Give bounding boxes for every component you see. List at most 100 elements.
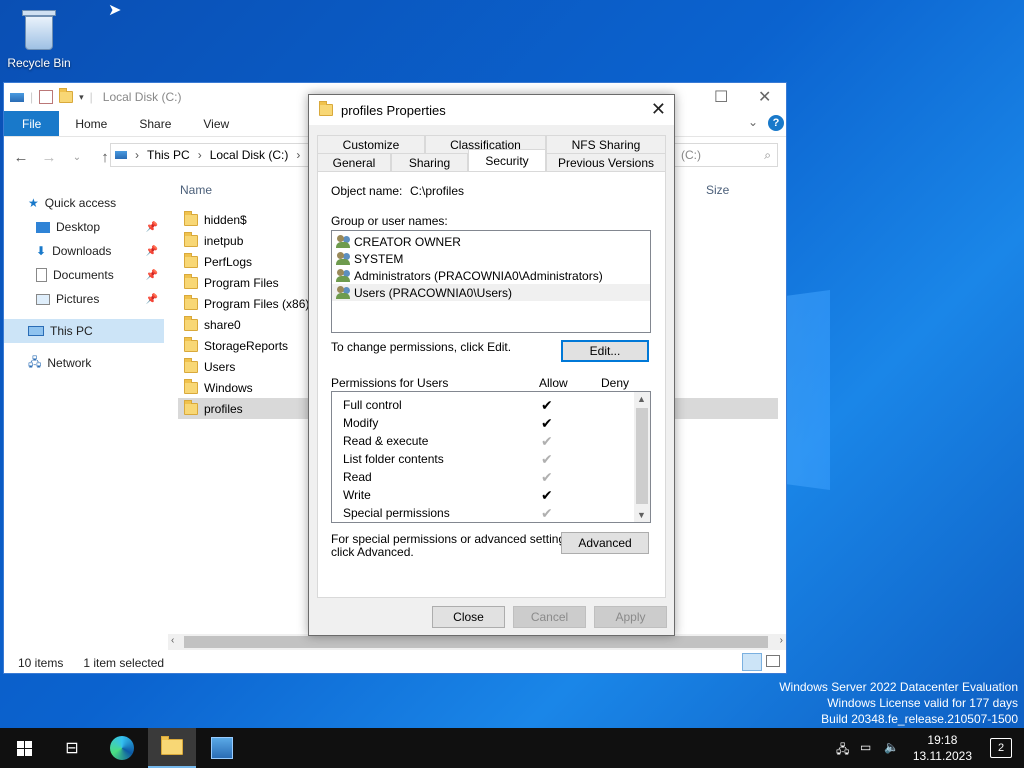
user-row-selected[interactable]: Users (PRACOWNIA0\Users) (332, 284, 650, 301)
ribbon-tab-home[interactable]: Home (59, 111, 123, 136)
advanced-button[interactable]: Advanced (561, 532, 649, 554)
new-folder-icon[interactable] (59, 88, 74, 103)
address-bar[interactable]: › This PC › Local Disk (C:) › (110, 143, 310, 167)
allow-check-icon: ✔ (541, 486, 553, 503)
scrollbar-thumb[interactable] (184, 636, 768, 648)
dialog-title: profiles Properties (341, 102, 446, 118)
user-group-icon (336, 252, 351, 265)
volume-muted-icon[interactable]: 🔈 (884, 740, 899, 754)
user-row[interactable]: Administrators (PRACOWNIA0\Administrator… (332, 267, 650, 284)
permissions-listbox[interactable]: Full control ✔ Modify ✔ Read & execute ✔ Li… (331, 391, 651, 523)
folder-icon (184, 294, 198, 310)
scroll-right-icon[interactable]: › (780, 635, 783, 646)
user-row[interactable]: CREATOR OWNER (332, 233, 650, 250)
nav-this-pc[interactable]: This PC (4, 319, 164, 343)
ribbon-tab-file[interactable]: File (4, 111, 60, 136)
scroll-down-icon[interactable]: ▼ (637, 510, 646, 520)
status-bar: 10 items 1 item selected (18, 656, 164, 670)
ribbon-tab-share[interactable]: Share (123, 111, 187, 136)
recent-locations-icon[interactable]: ⌄ (66, 152, 88, 163)
nav-documents[interactable]: Documents 📌 (4, 263, 164, 287)
user-listbox[interactable]: CREATOR OWNER SYSTEM Administrators (PRA… (331, 230, 651, 333)
pin-icon[interactable]: 📌 (146, 222, 158, 233)
search-box[interactable]: (C:) ⌕ (674, 143, 778, 167)
security-panel: Object name: C:\profiles Group or user n… (317, 171, 666, 598)
forward-icon[interactable]: → (38, 149, 60, 166)
tab-customize[interactable]: Customize (317, 135, 425, 153)
customize-quick-access-icon[interactable]: ▾ (79, 92, 84, 103)
dialog-titlebar: profiles Properties (309, 95, 674, 125)
pc-icon (115, 151, 127, 159)
close-window-icon[interactable]: ✕ (758, 87, 771, 107)
column-header-name[interactable]: Name (180, 183, 212, 197)
cancel-button[interactable]: Cancel (513, 606, 586, 628)
task-view-button[interactable]: ⊟ (48, 728, 96, 768)
permission-row: List folder contents ✔ (332, 450, 650, 468)
scrollbar-thumb[interactable] (636, 408, 648, 504)
large-icons-view-icon[interactable] (766, 655, 780, 667)
dialog-close-icon[interactable]: ✕ (651, 99, 666, 120)
pin-icon[interactable]: 📌 (146, 246, 158, 257)
nav-pictures[interactable]: Pictures 📌 (4, 287, 164, 311)
tab-security[interactable]: Security (468, 149, 546, 171)
horizontal-scrollbar[interactable]: ‹ › (168, 634, 786, 650)
network-tray-icon[interactable]: 🖧 (836, 740, 849, 761)
notifications-button[interactable]: 2 (990, 738, 1012, 758)
permissions-label: Permissions for Users (331, 376, 449, 390)
pin-icon[interactable]: 📌 (146, 294, 158, 305)
star-icon: ★ (28, 196, 39, 210)
tab-general[interactable]: General (317, 153, 391, 171)
permissions-scrollbar[interactable]: ▲ ▼ (634, 392, 650, 522)
permission-row: Special permissions ✔ (332, 504, 650, 522)
allow-check-icon: ✔ (541, 396, 553, 413)
watermark-line: Build 20348.fe_release.210507-1500 (821, 712, 1018, 726)
recycle-bin[interactable]: Recycle Bin (6, 8, 72, 70)
permission-row: Write ✔ (332, 486, 650, 504)
expand-ribbon-icon[interactable]: ⌄ (748, 115, 758, 129)
back-icon[interactable]: ← (10, 149, 32, 166)
properties-icon[interactable] (39, 90, 54, 104)
start-button[interactable] (0, 728, 48, 768)
tab-sharing[interactable]: Sharing (391, 153, 468, 171)
tab-previous-versions[interactable]: Previous Versions (546, 153, 666, 171)
folder-icon (184, 357, 198, 373)
search-placeholder: (C:) (681, 148, 701, 162)
close-button[interactable]: Close (432, 606, 505, 628)
user-row[interactable]: SYSTEM (332, 250, 650, 267)
maximize-icon[interactable]: ☐ (714, 87, 728, 107)
nav-network[interactable]: 🖧 Network (4, 351, 164, 375)
clock-date: 13.11.2023 (912, 749, 972, 763)
allow-check-icon: ✔ (541, 432, 553, 449)
network-icon: 🖧 (28, 354, 42, 369)
scroll-left-icon[interactable]: ‹ (171, 635, 174, 646)
breadcrumb-local-disk[interactable]: Local Disk (C:) (210, 148, 289, 162)
breadcrumb-this-pc[interactable]: This PC (147, 148, 190, 162)
column-header-size[interactable]: Size (706, 183, 729, 197)
deny-column-label: Deny (601, 376, 630, 390)
tab-nfs-sharing[interactable]: NFS Sharing (546, 135, 666, 153)
help-icon[interactable]: ? (768, 115, 784, 131)
clock[interactable]: 19:18 13.11.2023 (913, 732, 972, 764)
edit-button[interactable]: Edit... (561, 340, 649, 362)
pin-icon[interactable]: 📌 (146, 270, 158, 281)
details-view-icon[interactable] (742, 653, 762, 671)
edge-button[interactable] (98, 728, 146, 768)
ribbon-tab-view[interactable]: View (187, 111, 245, 136)
file-explorer-taskbar-button[interactable] (148, 728, 196, 768)
recycle-bin-label: Recycle Bin (7, 56, 71, 70)
nav-downloads[interactable]: ⬇ Downloads 📌 (4, 239, 164, 263)
apply-button[interactable]: Apply (594, 606, 667, 628)
folder-icon (184, 273, 198, 289)
file-name: share0 (204, 317, 241, 332)
server-manager-button[interactable] (198, 728, 246, 768)
tabs-row-bottom: General Sharing Security Previous Versio… (317, 149, 666, 171)
nav-quick-access[interactable]: ★ Quick access (4, 191, 164, 215)
server-manager-icon (211, 737, 233, 759)
pictures-icon (36, 293, 50, 305)
file-name: profiles (204, 401, 243, 416)
nav-desktop[interactable]: Desktop 📌 (4, 215, 164, 239)
windows-start-icon (16, 740, 32, 756)
monitor-tray-icon[interactable]: ▭ (860, 740, 871, 754)
watermark-line: Windows Server 2022 Datacenter Evaluatio… (779, 680, 1018, 694)
scroll-up-icon[interactable]: ▲ (637, 394, 646, 404)
